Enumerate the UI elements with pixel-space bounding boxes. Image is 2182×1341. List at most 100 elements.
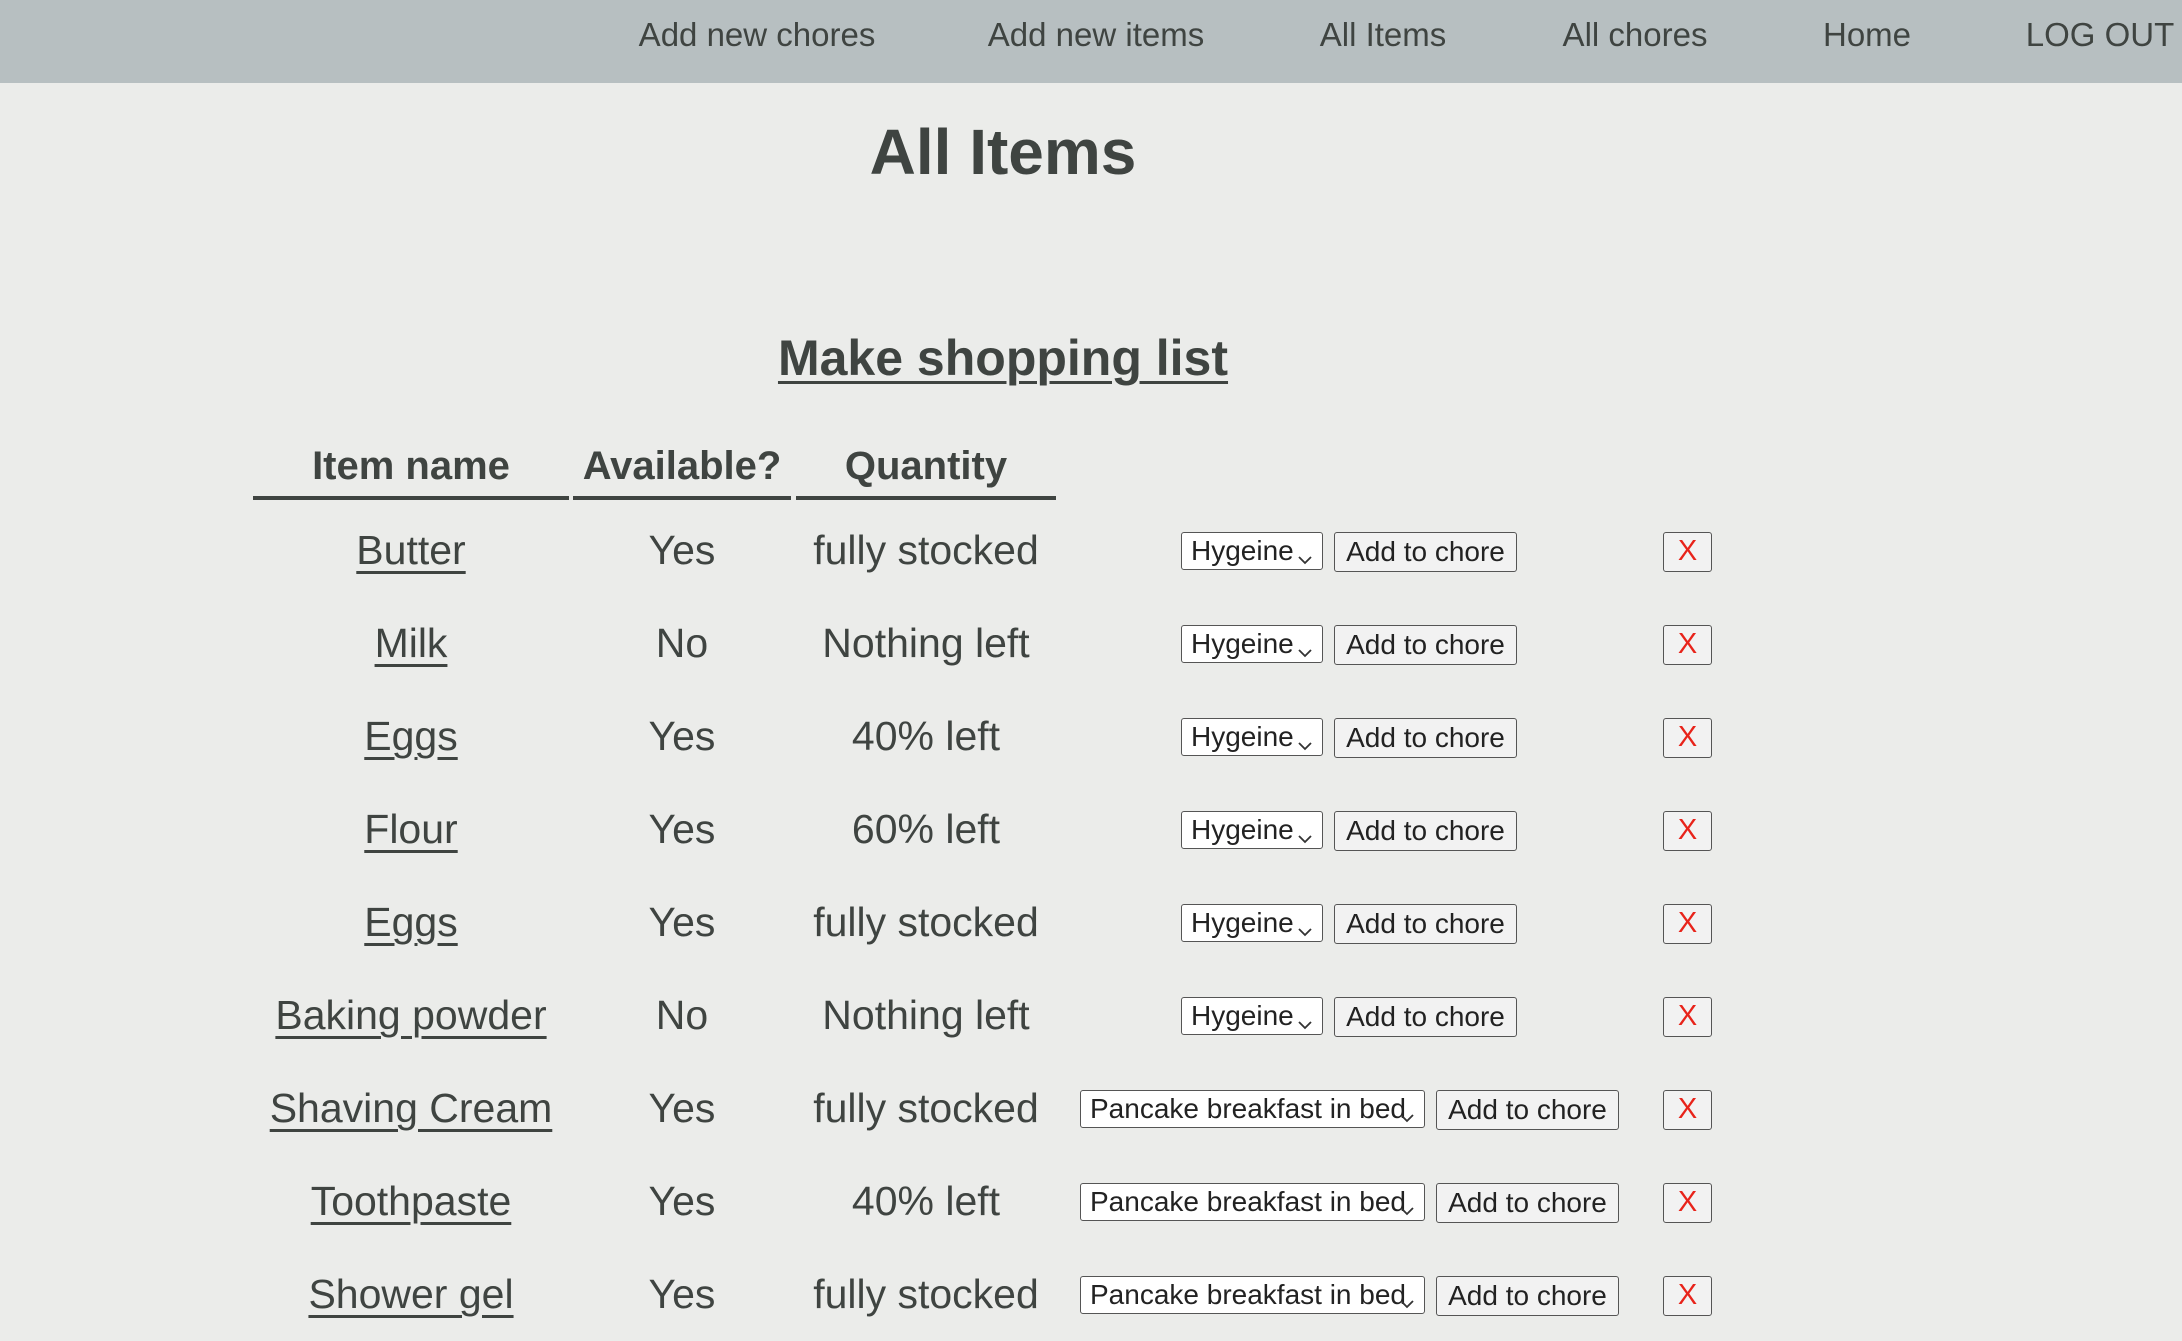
item-name-cell: Flour	[253, 783, 569, 876]
column-header-quantity: Quantity	[796, 436, 1056, 500]
add-to-chore-button[interactable]: Add to chore	[1334, 997, 1517, 1037]
quantity-cell: Nothing left	[822, 992, 1030, 1038]
chore-select[interactable]: Hygeine	[1181, 904, 1323, 942]
table-row: Baking powder No Nothing left Hygeine Add to…	[0, 969, 2182, 1062]
chore-select-value: Hygeine	[1191, 535, 1294, 566]
table-row: Eggs Yes fully stocked Hygeine Add to chore X	[0, 876, 2182, 969]
quantity-cell: fully stocked	[813, 1271, 1039, 1317]
item-name-link[interactable]: Eggs	[364, 713, 457, 759]
table-row: Toothpaste Yes 40% left Pancake breakfast i…	[0, 1155, 2182, 1248]
quantity-cell: fully stocked	[813, 1085, 1039, 1131]
available-cell: Yes	[648, 1085, 716, 1131]
chevron-down-icon	[1297, 913, 1313, 948]
nav-add-new-items[interactable]: Add new items	[988, 0, 1204, 70]
quantity-cell: fully stocked	[813, 899, 1039, 945]
table-row: Milk No Nothing left Hygeine Add to chore X	[0, 597, 2182, 690]
item-name-cell: Baking powder	[253, 969, 569, 1062]
table-row: Flour Yes 60% left Hygeine Add to chore X	[0, 783, 2182, 876]
add-to-chore-button[interactable]: Add to chore	[1334, 718, 1517, 758]
nav-log-out[interactable]: LOG OUT	[2026, 0, 2175, 70]
top-navigation-bar: Add new chores Add new items All Items A…	[0, 0, 2182, 83]
item-name-link[interactable]: Shaving Cream	[270, 1085, 553, 1131]
chore-select-value: Hygeine	[1191, 907, 1294, 938]
chore-select-value: Pancake breakfast in bed	[1090, 1186, 1406, 1217]
item-name-cell: Milk	[253, 597, 569, 690]
item-name-cell: Shower gel	[253, 1248, 569, 1341]
item-name-cell: Toothpaste	[253, 1155, 569, 1248]
delete-item-button[interactable]: X	[1663, 997, 1712, 1037]
chevron-down-icon	[1297, 820, 1313, 855]
chevron-down-icon	[1399, 1285, 1415, 1320]
available-cell: Yes	[648, 527, 716, 573]
available-cell: Yes	[648, 899, 716, 945]
add-to-chore-button[interactable]: Add to chore	[1436, 1276, 1619, 1316]
chevron-down-icon	[1297, 727, 1313, 762]
delete-item-button[interactable]: X	[1663, 718, 1712, 758]
chevron-down-icon	[1297, 634, 1313, 669]
quantity-cell: 60% left	[851, 806, 1001, 852]
available-cell: No	[655, 620, 709, 666]
table-row: Eggs Yes 40% left Hygeine Add to chore X	[0, 690, 2182, 783]
delete-item-button[interactable]: X	[1663, 904, 1712, 944]
quantity-cell: 40% left	[851, 713, 1001, 759]
column-header-item-name: Item name	[253, 436, 569, 500]
chore-select-value: Hygeine	[1191, 628, 1294, 659]
chore-select[interactable]: Hygeine	[1181, 718, 1323, 756]
chore-select-value: Hygeine	[1191, 721, 1294, 752]
make-shopping-list-link[interactable]: Make shopping list	[778, 330, 1228, 386]
item-name-link[interactable]: Eggs	[364, 899, 457, 945]
add-to-chore-button[interactable]: Add to chore	[1334, 532, 1517, 572]
chore-select[interactable]: Hygeine	[1181, 532, 1323, 570]
chevron-down-icon	[1399, 1192, 1415, 1227]
page-title: All Items	[869, 116, 1137, 188]
delete-item-button[interactable]: X	[1663, 811, 1712, 851]
quantity-cell: Nothing left	[822, 620, 1030, 666]
item-name-cell: Eggs	[253, 876, 569, 969]
table-row: Shaving Cream Yes fully stocked Pancake bre…	[0, 1062, 2182, 1155]
chevron-down-icon	[1297, 1006, 1313, 1041]
add-to-chore-button[interactable]: Add to chore	[1334, 811, 1517, 851]
chore-select[interactable]: Pancake breakfast in bed	[1080, 1276, 1425, 1314]
item-name-link[interactable]: Milk	[375, 620, 448, 666]
add-to-chore-button[interactable]: Add to chore	[1436, 1090, 1619, 1130]
delete-item-button[interactable]: X	[1663, 625, 1712, 665]
available-cell: No	[655, 992, 709, 1038]
nav-add-new-chores[interactable]: Add new chores	[639, 0, 876, 70]
item-name-link[interactable]: Butter	[356, 527, 465, 573]
delete-item-button[interactable]: X	[1663, 1090, 1712, 1130]
add-to-chore-button[interactable]: Add to chore	[1334, 904, 1517, 944]
chore-select[interactable]: Pancake breakfast in bed	[1080, 1090, 1425, 1128]
column-header-available: Available?	[573, 436, 791, 500]
chore-select-value: Hygeine	[1191, 814, 1294, 845]
available-cell: Yes	[648, 713, 716, 759]
available-cell: Yes	[648, 1178, 716, 1224]
item-name-link[interactable]: Toothpaste	[311, 1178, 512, 1224]
nav-all-items[interactable]: All Items	[1320, 0, 1447, 70]
chore-select-value: Hygeine	[1191, 1000, 1294, 1031]
chore-select[interactable]: Hygeine	[1181, 625, 1323, 663]
quantity-cell: 40% left	[851, 1178, 1001, 1224]
available-cell: Yes	[648, 806, 716, 852]
item-name-cell: Shaving Cream	[253, 1062, 569, 1155]
delete-item-button[interactable]: X	[1663, 532, 1712, 572]
quantity-cell: fully stocked	[813, 527, 1039, 573]
chore-select[interactable]: Hygeine	[1181, 997, 1323, 1035]
available-cell: Yes	[648, 1271, 716, 1317]
nav-all-chores[interactable]: All chores	[1563, 0, 1708, 70]
item-name-cell: Butter	[253, 504, 569, 597]
delete-item-button[interactable]: X	[1663, 1276, 1712, 1316]
add-to-chore-button[interactable]: Add to chore	[1436, 1183, 1619, 1223]
item-name-link[interactable]: Baking powder	[275, 992, 546, 1038]
item-name-link[interactable]: Shower gel	[308, 1271, 513, 1317]
table-row: Butter Yes fully stocked Hygeine Add to chor…	[0, 504, 2182, 597]
delete-item-button[interactable]: X	[1663, 1183, 1712, 1223]
item-name-link[interactable]: Flour	[364, 806, 457, 852]
shopping-list-heading: Make shopping list	[0, 326, 2006, 390]
chevron-down-icon	[1399, 1099, 1415, 1134]
chore-select[interactable]: Pancake breakfast in bed	[1080, 1183, 1425, 1221]
chore-select[interactable]: Hygeine	[1181, 811, 1323, 849]
table-row: Shower gel Yes fully stocked Pancake breakf…	[0, 1248, 2182, 1341]
add-to-chore-button[interactable]: Add to chore	[1334, 625, 1517, 665]
item-name-cell: Eggs	[253, 690, 569, 783]
nav-home[interactable]: Home	[1823, 0, 1911, 70]
